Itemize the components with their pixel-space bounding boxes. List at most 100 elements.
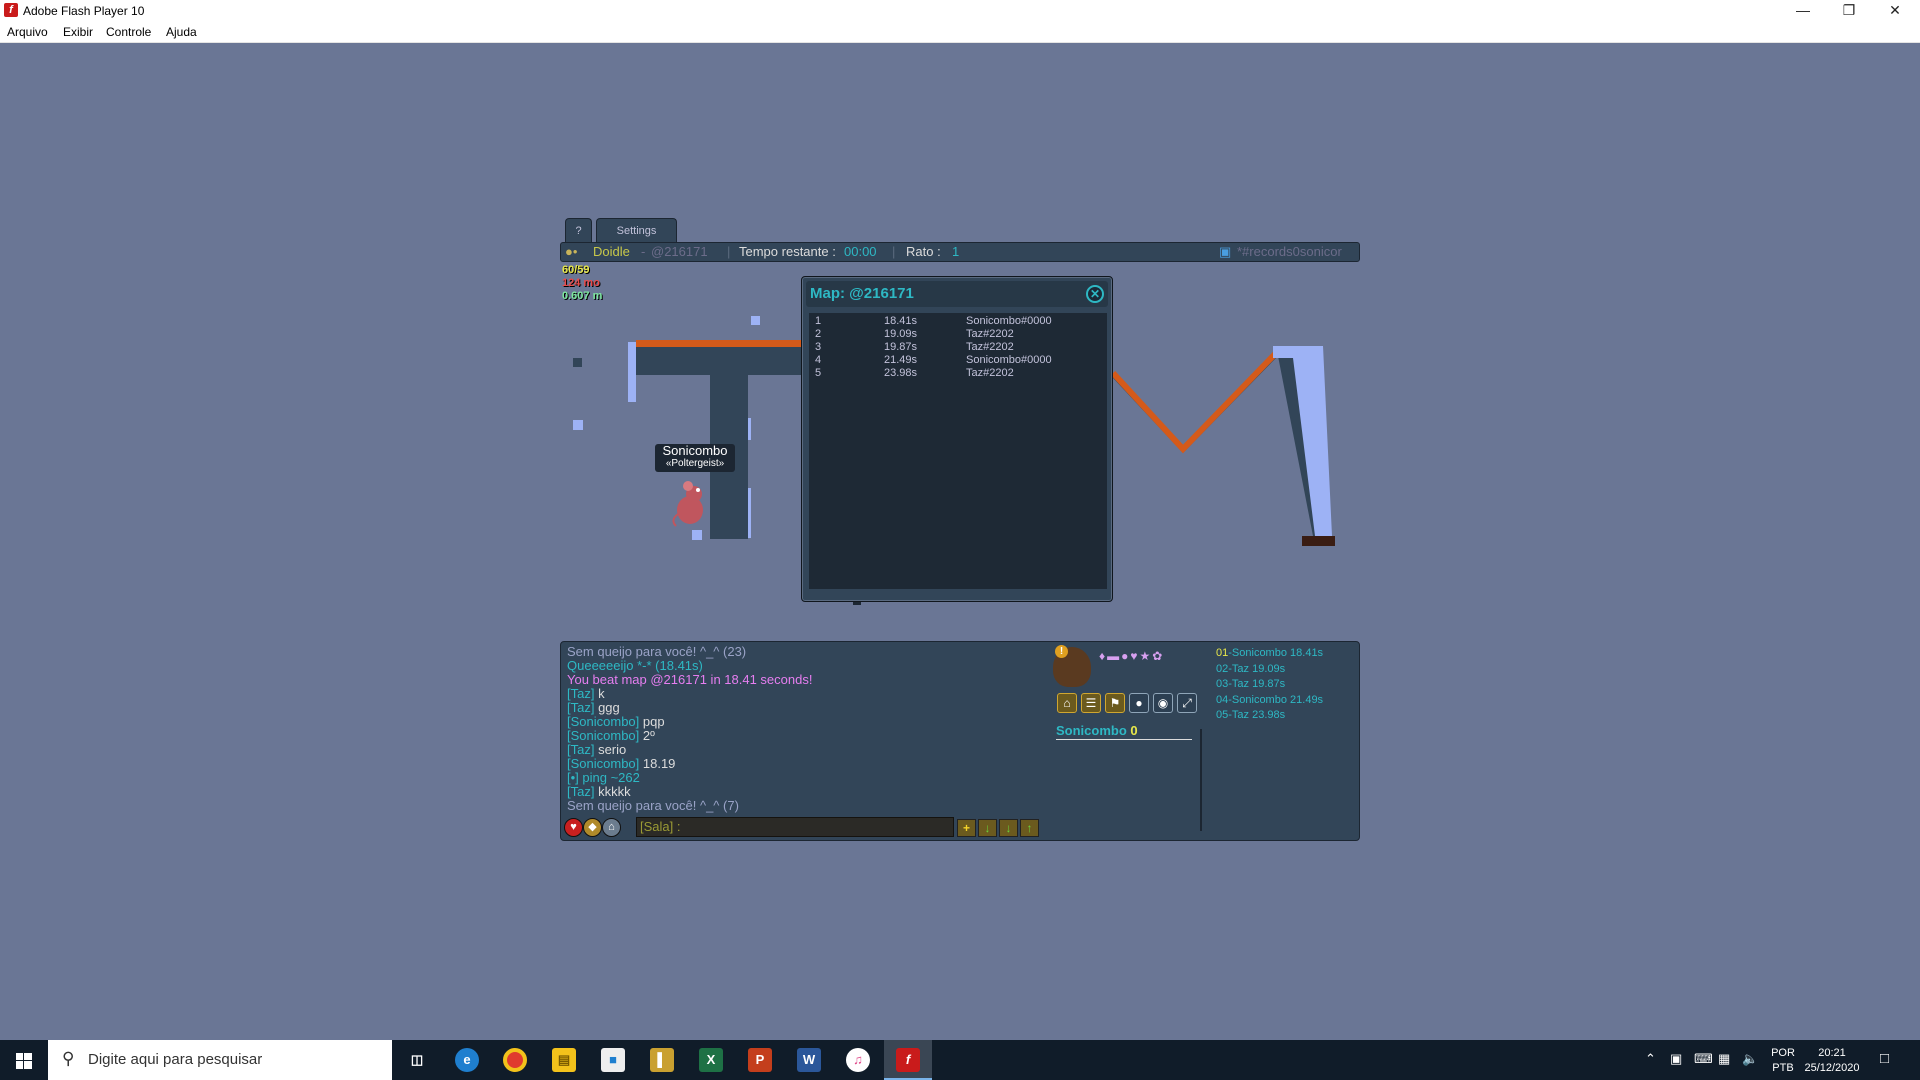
chrome-icon[interactable]: [503, 1048, 527, 1072]
excel-icon[interactable]: X: [699, 1048, 723, 1072]
chat-sender[interactable]: [Taz]: [567, 784, 594, 799]
chat-line: [Sonicombo] 18.19: [567, 757, 1047, 771]
chat-text: 18.19: [639, 756, 676, 771]
flash-player-taskbar[interactable]: f: [884, 1040, 932, 1080]
taskbar-search[interactable]: ⚲ Digite aqui para pesquisar: [48, 1040, 392, 1080]
record-player: Taz#2202: [966, 367, 1014, 379]
ranking-pos: 04: [1216, 693, 1229, 706]
restore-icon[interactable]: ❐: [1826, 0, 1872, 22]
wall-left: [628, 342, 636, 402]
record-rank: 4: [815, 354, 822, 366]
plus-icon[interactable]: +: [957, 819, 976, 837]
mouse-avatar[interactable]: [668, 480, 708, 530]
menu-ajuda[interactable]: Ajuda: [166, 25, 197, 39]
file-explorer-icon[interactable]: ▤: [552, 1048, 576, 1072]
map-code[interactable]: @216171: [651, 243, 708, 261]
chat-line: You beat map @216171 in 18.41 seconds!: [567, 673, 1047, 687]
tribe-icon[interactable]: ⚑: [1105, 693, 1125, 713]
ice-block: [573, 420, 583, 430]
ranking-time: 19.09s: [1252, 662, 1286, 675]
chat-text: ping ~262: [578, 770, 640, 785]
ranking-time: 19.87s: [1252, 678, 1286, 690]
chat-sender[interactable]: [•]: [567, 770, 579, 785]
chat-sender[interactable]: [Taz]: [567, 700, 594, 715]
arrow-up-icon[interactable]: ↑: [1020, 819, 1039, 837]
clock-date: 25/12/2020: [1804, 1062, 1860, 1074]
ranking-time: 23.98s: [1252, 709, 1286, 721]
notification-icon[interactable]: □: [1880, 1050, 1889, 1067]
powerpoint-icon[interactable]: P: [748, 1048, 772, 1072]
search-icon: ⚲: [62, 1049, 75, 1068]
records-header: Map: @216171 ✕: [806, 281, 1108, 307]
chat-input[interactable]: [Sala] :: [636, 817, 954, 837]
ice-block: [751, 316, 760, 325]
panel-player-name: Sonicombo: [1056, 723, 1127, 738]
chevron-up-icon[interactable]: ⌃: [1645, 1051, 1656, 1067]
list-icon[interactable]: ☰: [1081, 693, 1101, 713]
map-author[interactable]: Doidle: [593, 243, 630, 261]
ranking-name[interactable]: Sonicombo: [1232, 647, 1287, 659]
chat-text: pqp: [639, 714, 665, 729]
ranking-name[interactable]: Sonicombo: [1232, 694, 1287, 706]
flash-player-icon: f: [896, 1048, 920, 1072]
network-icon[interactable]: ▦: [1718, 1051, 1730, 1067]
word-icon[interactable]: W: [797, 1048, 821, 1072]
shield-icon[interactable]: ◆: [583, 818, 602, 837]
edge-icon[interactable]: e: [455, 1048, 479, 1072]
chat-sender[interactable]: [Taz]: [567, 686, 594, 701]
ranking-pos: 01: [1216, 647, 1229, 659]
minimize-icon[interactable]: —: [1780, 0, 1826, 22]
chat-sender[interactable]: [Sonicombo]: [567, 756, 639, 771]
ranking-name[interactable]: Taz: [1232, 709, 1249, 721]
volume-icon[interactable]: 🔈: [1742, 1051, 1758, 1067]
clock[interactable]: 20:21 25/12/2020: [1800, 1046, 1864, 1076]
alert-icon[interactable]: !: [1055, 645, 1068, 658]
itunes-icon[interactable]: ♫: [846, 1048, 870, 1072]
room-name[interactable]: *#records0sonicor: [1237, 243, 1342, 261]
discord-icon[interactable]: ◉: [1153, 693, 1173, 713]
ice-block: [692, 530, 702, 540]
house-icon[interactable]: ⌂: [602, 818, 621, 837]
badge-icons[interactable]: ♦▬●♥★✿: [1099, 649, 1199, 663]
flash-icon: f: [4, 3, 18, 17]
game-area[interactable]: ? Settings ●• Doidle - @216171 | Tempo r…: [560, 218, 1360, 843]
chat-text: ggg: [594, 700, 620, 715]
menu-controle[interactable]: Controle: [106, 25, 151, 39]
heart-icon[interactable]: ♥: [564, 818, 583, 837]
language-indicator[interactable]: POR PTB: [1768, 1046, 1798, 1076]
shop-icon[interactable]: ⌂: [1057, 693, 1077, 713]
ranking-pos: 03: [1216, 678, 1229, 690]
player-name: Sonicombo: [662, 443, 728, 458]
ranking-name[interactable]: Taz: [1232, 678, 1249, 690]
task-view-icon[interactable]: ◫: [405, 1048, 429, 1072]
record-row: 1 18.41s Sonicombo#0000: [809, 315, 1107, 328]
fullscreen-icon[interactable]: ⤢: [1177, 693, 1197, 713]
start-button[interactable]: [0, 1040, 48, 1080]
close-icon[interactable]: ✕: [1086, 285, 1104, 303]
ranking-row: 03-Taz 19.87s: [1216, 678, 1286, 690]
chat-bubble-icon[interactable]: ●: [1129, 693, 1149, 713]
chat-sender[interactable]: [Sonicombo]: [567, 714, 639, 729]
camera-icon[interactable]: ▣: [1670, 1051, 1682, 1067]
chat-sender[interactable]: [Sonicombo]: [567, 728, 639, 743]
store-icon[interactable]: ■: [601, 1048, 625, 1072]
mice-label: Rato :: [906, 244, 941, 259]
chat-line: [Taz] ggg: [567, 701, 1047, 715]
input-icon[interactable]: ⌨: [1694, 1051, 1713, 1067]
chat-sender[interactable]: [Taz]: [567, 742, 594, 757]
help-tab[interactable]: ?: [565, 218, 592, 242]
chat-line: Sem queijo para você! ^_^ (7): [567, 799, 1047, 813]
arrow-down-icon[interactable]: ↓: [978, 819, 997, 837]
ice-strip: [748, 488, 751, 538]
arrow-down-icon[interactable]: ↓: [999, 819, 1018, 837]
chat-line: [•] ping ~262: [567, 771, 1047, 785]
close-icon[interactable]: ✕: [1872, 0, 1918, 22]
library-icon[interactable]: ▌: [650, 1048, 674, 1072]
time-label: Tempo restante :: [739, 244, 836, 259]
ranking-name[interactable]: Taz: [1232, 663, 1249, 675]
menu-arquivo[interactable]: Arquivo: [7, 25, 48, 39]
lang-bottom: PTB: [1772, 1062, 1794, 1074]
settings-tab[interactable]: Settings: [596, 218, 677, 242]
menu-exibir[interactable]: Exibir: [63, 25, 93, 39]
ranking-list: 01-Sonicombo 18.41s 02-Taz 19.09s 03-Taz 1…: [1216, 646, 1323, 724]
